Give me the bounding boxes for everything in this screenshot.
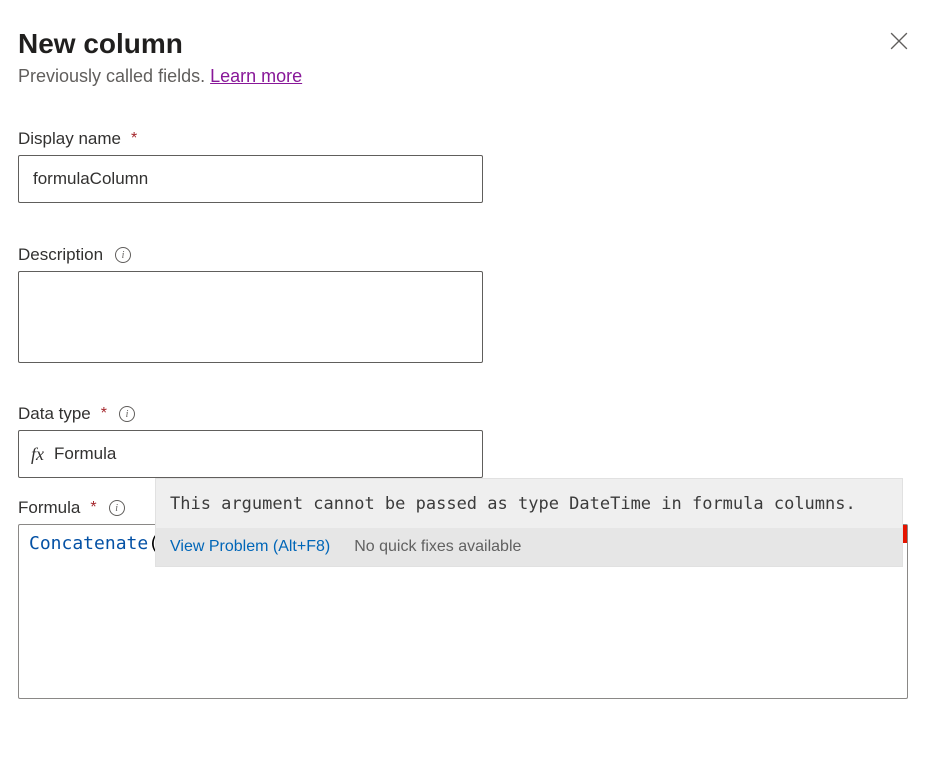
data-type-dropdown[interactable]: fx Formula — [18, 430, 483, 478]
display-name-label: Display name — [18, 129, 121, 149]
required-asterisk: * — [90, 499, 96, 517]
info-icon[interactable]: i — [119, 406, 135, 422]
description-input[interactable] — [18, 271, 483, 363]
formula-label: Formula — [18, 498, 80, 518]
no-quick-fix-text: No quick fixes available — [354, 538, 521, 556]
close-icon — [890, 32, 908, 50]
error-message: This argument cannot be passed as type D… — [156, 479, 902, 528]
formula-function: Concatenate — [29, 533, 148, 554]
info-icon[interactable]: i — [115, 247, 131, 263]
required-asterisk: * — [101, 405, 107, 423]
page-title: New column — [18, 28, 302, 60]
page-subtitle: Previously called fields. Learn more — [18, 66, 302, 87]
description-label: Description — [18, 245, 103, 265]
data-type-label: Data type — [18, 404, 91, 424]
subtitle-text: Previously called fields. — [18, 66, 210, 86]
data-type-value: Formula — [54, 444, 470, 464]
display-name-input[interactable] — [18, 155, 483, 203]
view-problem-link[interactable]: View Problem (Alt+F8) — [170, 538, 330, 556]
required-asterisk: * — [131, 130, 137, 148]
error-flyout: This argument cannot be passed as type D… — [155, 478, 903, 567]
close-button[interactable] — [886, 28, 912, 54]
info-icon[interactable]: i — [109, 500, 125, 516]
fx-icon: fx — [31, 444, 44, 465]
learn-more-link[interactable]: Learn more — [210, 66, 302, 86]
